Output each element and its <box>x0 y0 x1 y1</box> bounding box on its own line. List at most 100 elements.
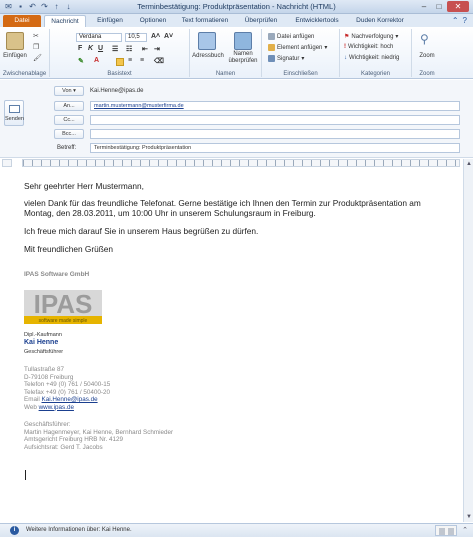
paste-button[interactable]: Einfügen <box>0 53 30 60</box>
addressbook-icon[interactable] <box>198 32 216 50</box>
to-field[interactable]: martin.mustermann@musterfirma.de <box>90 101 460 111</box>
importance-low-button[interactable]: ↓ Wichtigkeit: niedrig <box>344 55 399 61</box>
scroll-down-icon[interactable]: ▼ <box>465 513 473 521</box>
maximize-button[interactable]: □ <box>432 1 446 12</box>
attach-file-button[interactable]: Datei anfügen <box>268 33 314 40</box>
cc-button[interactable]: Cc... <box>54 115 84 125</box>
signature-mgmt: Martin Hagenmeyer, Kai Henne, Bernhard S… <box>24 428 174 436</box>
signature-city: D-79108 Freiburg <box>24 373 74 381</box>
bcc-button[interactable]: Bcc... <box>54 129 84 139</box>
subject-label: Betreff: <box>57 145 77 151</box>
ruler[interactable] <box>22 159 460 167</box>
people-pictures[interactable] <box>435 525 457 536</box>
grow-font-icon[interactable]: A˄ <box>151 33 160 40</box>
to-recipient[interactable]: martin.mustermann@musterfirma.de <box>94 103 184 109</box>
group-zoom: ⚲ Zoom Zoom <box>412 29 442 77</box>
signature-street: Tullastraße 87 <box>24 366 65 373</box>
signature-mgmt-label: Geschäftsführer: <box>24 421 71 428</box>
check-names-button[interactable]: Namen überprüfen <box>224 51 262 65</box>
group-label-basic-text: Basistext <box>107 71 132 77</box>
vertical-scrollbar[interactable]: ▲ ▼ <box>463 159 473 522</box>
group-label-names: Namen <box>215 71 236 77</box>
font-size-select[interactable]: 10,5 <box>125 33 147 42</box>
check-names-icon[interactable] <box>234 32 252 50</box>
group-include: Datei anfügen Element anfügen ▾ Signatur ▾… <box>262 29 340 77</box>
people-pane-info[interactable]: Weitere Informationen über: Kai Henne. <box>26 527 132 533</box>
shrink-font-icon[interactable]: A˅ <box>164 33 173 40</box>
font-color-icon[interactable]: A <box>94 57 99 64</box>
align-left-icon[interactable] <box>116 58 124 66</box>
tab-duden[interactable]: Duden Korrektor <box>350 15 410 27</box>
bold-button[interactable]: F <box>78 45 82 52</box>
signature-name: Kai Henne <box>24 339 59 346</box>
addressbook-button[interactable]: Adressbuch <box>190 53 226 60</box>
subject-field[interactable]: Terminbestätigung: Produktpräsentation <box>90 143 460 153</box>
tab-review[interactable]: Überprüfen <box>238 15 284 27</box>
bullets-icon[interactable]: ☰ <box>112 45 118 53</box>
paste-icon[interactable] <box>6 32 24 50</box>
indent-icon[interactable]: ⇥ <box>154 45 160 53</box>
body-paragraph-1-line-2[interactable]: Montag, den 28.03.2011, um 10:00 Uhr in … <box>24 208 316 218</box>
signature-web-link[interactable]: www.ipas.de <box>39 404 74 411</box>
window-controls: – □ ✕ <box>417 1 469 12</box>
align-center-icon[interactable]: ≡ <box>128 57 132 64</box>
scroll-up-icon[interactable]: ▲ <box>465 160 473 168</box>
highlight-icon[interactable]: ✎ <box>78 57 84 65</box>
to-button[interactable]: An... <box>54 101 84 111</box>
ribbon: Einfügen ✂ ❐ 🖌 Zwischenablage Verdana 10… <box>0 27 473 79</box>
tab-message[interactable]: Nachricht <box>44 15 86 27</box>
attach-item-button[interactable]: Element anfügen ▾ <box>268 44 327 51</box>
cut-icon[interactable]: ✂ <box>33 32 39 40</box>
body-paragraph-2[interactable]: Ich freue mich darauf Sie in unserem Hau… <box>24 226 258 236</box>
tab-insert[interactable]: Einfügen <box>90 15 130 27</box>
group-label-include: Einschließen <box>283 71 318 77</box>
minimize-ribbon-icon[interactable]: ⌃ <box>452 16 459 25</box>
cc-field[interactable] <box>90 115 460 125</box>
signature-icon <box>268 55 275 62</box>
align-right-icon[interactable]: ≡ <box>140 57 144 64</box>
tab-options[interactable]: Optionen <box>134 15 172 27</box>
tab-format-text[interactable]: Text formatieren <box>176 15 234 27</box>
tab-file[interactable]: Datei <box>3 15 41 27</box>
signature-email-row: Email Kai.Henne@ipas.de <box>24 396 98 403</box>
clear-format-icon[interactable]: ⌫ <box>154 57 164 65</box>
body-paragraph-1-line-1[interactable]: vielen Dank für das freundliche Telefona… <box>24 198 421 208</box>
signature-button[interactable]: Signatur ▾ <box>268 55 304 62</box>
minimize-button[interactable]: – <box>417 1 431 12</box>
signature-phone: Telefon +49 (0) 761 / 50400-15 <box>24 381 111 388</box>
help-icon[interactable]: ? <box>463 16 467 25</box>
window-title: Terminbestätigung: Produktpräsentation -… <box>137 2 336 11</box>
importance-high-button[interactable]: ! Wichtigkeit: hoch <box>344 44 393 50</box>
from-button[interactable]: Von ▾ <box>54 86 84 96</box>
logo-tagline: software made simple <box>39 318 88 324</box>
signature-court: Amtsgericht Freiburg HRB Nr. 4129 <box>24 436 124 443</box>
info-icon: i <box>10 526 19 535</box>
body-closing[interactable]: Mit freundlichen Grüßen <box>24 244 113 254</box>
send-button[interactable]: Senden <box>4 100 24 126</box>
body-greeting[interactable]: Sehr geehrter Herr Mustermann, <box>24 181 144 191</box>
magnifier-icon[interactable]: ⚲ <box>420 32 429 46</box>
flag-icon: ⚑ <box>344 34 350 40</box>
group-basic-text: Verdana 10,5 A˄ A˅ F K U ☰ ☷ ⇤ ⇥ ✎ A ≡ ≡… <box>50 29 190 77</box>
format-painter-icon[interactable]: 🖌 <box>33 54 42 62</box>
signature-company: IPAS Software GmbH <box>24 271 90 278</box>
tab-developer[interactable]: Entwicklertools <box>288 15 346 27</box>
underline-button[interactable]: U <box>98 45 103 52</box>
signature-email-link[interactable]: Kai.Henne@ipas.de <box>42 396 98 403</box>
message-header: Senden Von ▾ Kai.Henne@ipas.de An... mar… <box>0 80 473 158</box>
exclamation-icon: ! <box>344 44 346 50</box>
bcc-field[interactable] <box>90 129 460 139</box>
ruler-tab-selector[interactable] <box>2 159 12 167</box>
expand-people-pane-icon[interactable]: ⌃ <box>462 526 468 534</box>
signature-role: Geschäftsführer <box>24 349 64 355</box>
followup-button[interactable]: ⚑ Nachverfolgung ▾ <box>344 33 398 41</box>
numbering-icon[interactable]: ☷ <box>126 45 132 53</box>
zoom-button[interactable]: Zoom <box>412 53 442 60</box>
close-button[interactable]: ✕ <box>447 1 469 12</box>
from-value: Kai.Henne@ipas.de <box>90 88 144 94</box>
copy-icon[interactable]: ❐ <box>33 43 39 51</box>
outdent-icon[interactable]: ⇤ <box>142 45 148 53</box>
italic-button[interactable]: K <box>88 45 93 52</box>
font-name-select[interactable]: Verdana <box>76 33 122 42</box>
text-cursor <box>25 470 26 480</box>
